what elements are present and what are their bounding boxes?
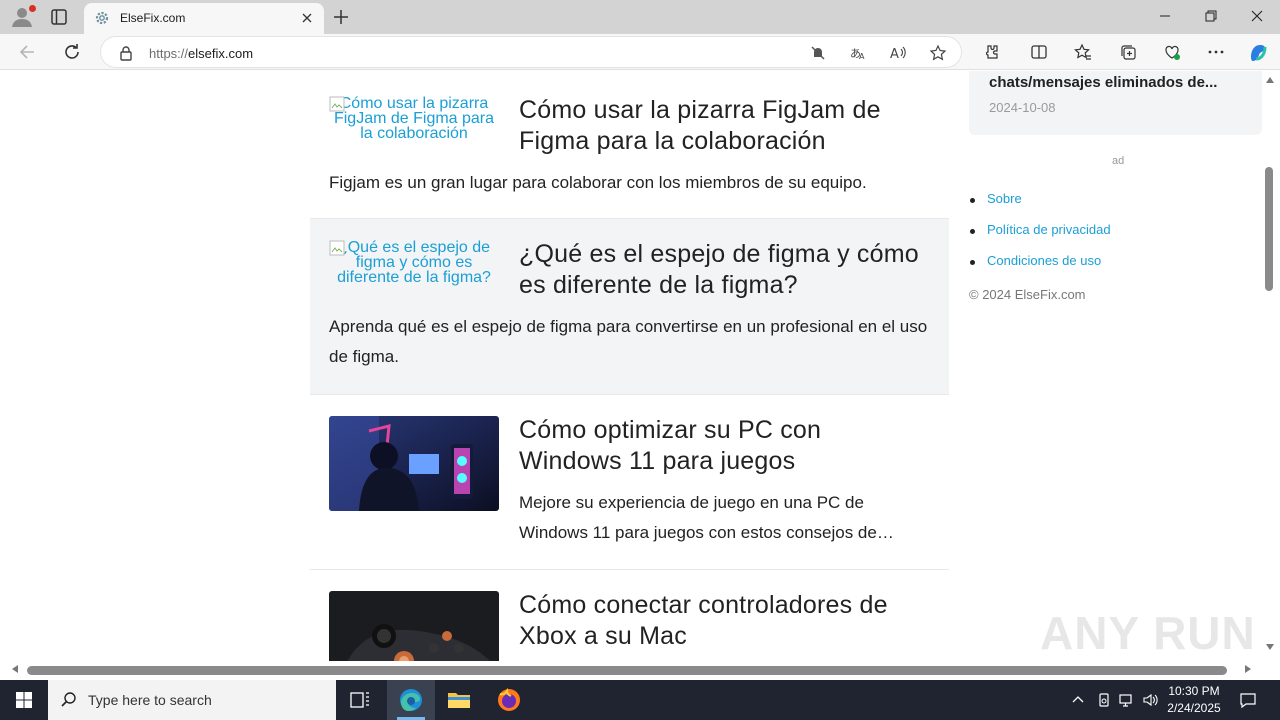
- scroll-left-arrow-icon[interactable]: [12, 665, 18, 673]
- footer-link-terms[interactable]: Condiciones de uso: [969, 253, 1111, 284]
- more-options-icon[interactable]: [1207, 43, 1225, 61]
- url-text[interactable]: https://elsefix.com: [149, 46, 253, 61]
- browser-toolbar: https://elsefix.com あA A: [0, 34, 1280, 70]
- taskbar-search-box[interactable]: Type here to search: [48, 680, 336, 720]
- url-domain: elsefix.com: [188, 46, 254, 61]
- scroll-down-arrow-icon[interactable]: [1266, 644, 1274, 650]
- scroll-right-arrow-icon[interactable]: [1245, 665, 1251, 673]
- vertical-scrollbar[interactable]: [1262, 71, 1280, 661]
- browser-essentials-icon[interactable]: [1163, 43, 1181, 61]
- network-icon[interactable]: [1119, 692, 1135, 708]
- tab-elsefix[interactable]: ElseFix.com: [84, 3, 324, 34]
- notifications-icon[interactable]: [1239, 691, 1257, 709]
- article-excerpt: Aprenda qué es el espejo de figma para c…: [329, 317, 928, 366]
- article-title[interactable]: Cómo conectar controladores de Xbox a su…: [519, 590, 929, 652]
- notification-dot: [29, 5, 36, 12]
- search-icon: [60, 691, 78, 709]
- task-view-icon[interactable]: [336, 680, 384, 720]
- page-viewport: Cómo usar la pizarra FigJam de Figma par…: [0, 71, 1280, 680]
- close-tab-icon[interactable]: [300, 11, 314, 25]
- new-tab-icon[interactable]: [332, 8, 350, 26]
- favorites-icon[interactable]: [1074, 43, 1092, 61]
- restore-icon[interactable]: [1203, 8, 1219, 24]
- edge-taskbar-icon[interactable]: [387, 680, 435, 720]
- lock-icon[interactable]: [119, 45, 133, 61]
- article-excerpt: Mejore su experiencia de juego en una PC…: [519, 493, 894, 542]
- article-excerpt: Figjam es un gran lugar para colaborar c…: [329, 173, 867, 192]
- split-screen-icon[interactable]: [1030, 43, 1048, 61]
- anyrun-watermark: ANY RUN: [1040, 607, 1256, 659]
- ad-label: ad: [1112, 155, 1125, 167]
- read-aloud-icon[interactable]: A: [889, 44, 907, 62]
- minimize-icon[interactable]: [1157, 8, 1173, 24]
- horizontal-scroll-thumb[interactable]: [27, 666, 1227, 675]
- recent-post-title[interactable]: chats/mensajes eliminados de...: [989, 74, 1217, 91]
- page-content: Cómo usar la pizarra FigJam de Figma par…: [4, 71, 1262, 680]
- article-title[interactable]: Cómo optimizar su PC con Windows 11 para…: [519, 415, 929, 477]
- broken-image-icon: [329, 96, 345, 112]
- tracking-prevention-icon[interactable]: [809, 44, 827, 62]
- copyright-text: © 2024 ElseFix.com: [969, 287, 1086, 302]
- article-card: Cómo optimizar su PC con Windows 11 para…: [310, 395, 949, 570]
- article-title[interactable]: Cómo usar la pizarra FigJam de Figma par…: [519, 95, 929, 157]
- profile-avatar-icon[interactable]: [10, 5, 36, 28]
- windows-start-icon[interactable]: [0, 680, 48, 720]
- vertical-scroll-thumb[interactable]: [1265, 167, 1273, 291]
- browser-titlebar: ElseFix.com: [0, 0, 1280, 34]
- system-clock[interactable]: 10:30 PM 2/24/2025: [1164, 683, 1224, 717]
- clock-time: 10:30 PM: [1168, 684, 1220, 698]
- file-explorer-icon[interactable]: [435, 680, 483, 720]
- clock-date: 2/24/2025: [1167, 701, 1221, 715]
- url-protocol: https://: [149, 46, 189, 61]
- favorite-star-icon[interactable]: [929, 44, 947, 62]
- sidebar-recent-post[interactable]: chats/mensajes eliminados de... 2024-10-…: [969, 71, 1262, 135]
- article-image-alt: ¿Qué es el espejo de figma y cómo es dif…: [337, 239, 491, 286]
- gear-icon: [94, 10, 110, 26]
- article-card: ¿Qué es el espejo de figma y cómo es dif…: [310, 219, 949, 395]
- firefox-icon[interactable]: [485, 680, 533, 720]
- article-thumbnail-gamer[interactable]: [329, 416, 499, 511]
- horizontal-scrollbar[interactable]: [0, 661, 1262, 680]
- device-icon[interactable]: [1096, 692, 1112, 708]
- article-image-alt: Cómo usar la pizarra FigJam de Figma par…: [333, 95, 495, 142]
- footer-links: Sobre Política de privacidad Condiciones…: [969, 191, 1111, 284]
- extensions-icon[interactable]: [982, 43, 1000, 61]
- tab-actions-icon[interactable]: [50, 8, 68, 26]
- article-title[interactable]: ¿Qué es el espejo de figma y cómo es dif…: [519, 239, 929, 301]
- address-bar[interactable]: https://elsefix.com あA A: [100, 36, 962, 68]
- tab-title: ElseFix.com: [120, 11, 186, 25]
- recent-post-date: 2024-10-08: [989, 100, 1056, 115]
- broken-image-icon: [329, 240, 345, 256]
- windows-taskbar: Type here to search 10:30 PM 2/24/2025: [0, 680, 1280, 720]
- svg-text:A: A: [859, 52, 865, 61]
- scroll-up-arrow-icon[interactable]: [1266, 77, 1274, 83]
- volume-icon[interactable]: [1142, 692, 1158, 708]
- article-image-broken[interactable]: Cómo usar la pizarra FigJam de Figma par…: [329, 96, 499, 154]
- search-placeholder: Type here to search: [88, 692, 212, 708]
- translate-icon[interactable]: あA: [849, 44, 867, 62]
- collections-icon[interactable]: [1119, 43, 1137, 61]
- refresh-icon[interactable]: [62, 42, 82, 62]
- footer-link-privacy[interactable]: Política de privacidad: [969, 222, 1111, 253]
- article-card: Cómo usar la pizarra FigJam de Figma par…: [310, 71, 949, 219]
- article-image-broken[interactable]: ¿Qué es el espejo de figma y cómo es dif…: [329, 240, 499, 298]
- footer-link-sobre[interactable]: Sobre: [969, 191, 1111, 222]
- back-arrow-icon[interactable]: [18, 42, 38, 62]
- svg-text:A: A: [890, 47, 899, 62]
- close-window-icon[interactable]: [1249, 8, 1265, 24]
- tray-chevron-up-icon[interactable]: [1070, 692, 1086, 708]
- copilot-icon[interactable]: [1247, 41, 1269, 63]
